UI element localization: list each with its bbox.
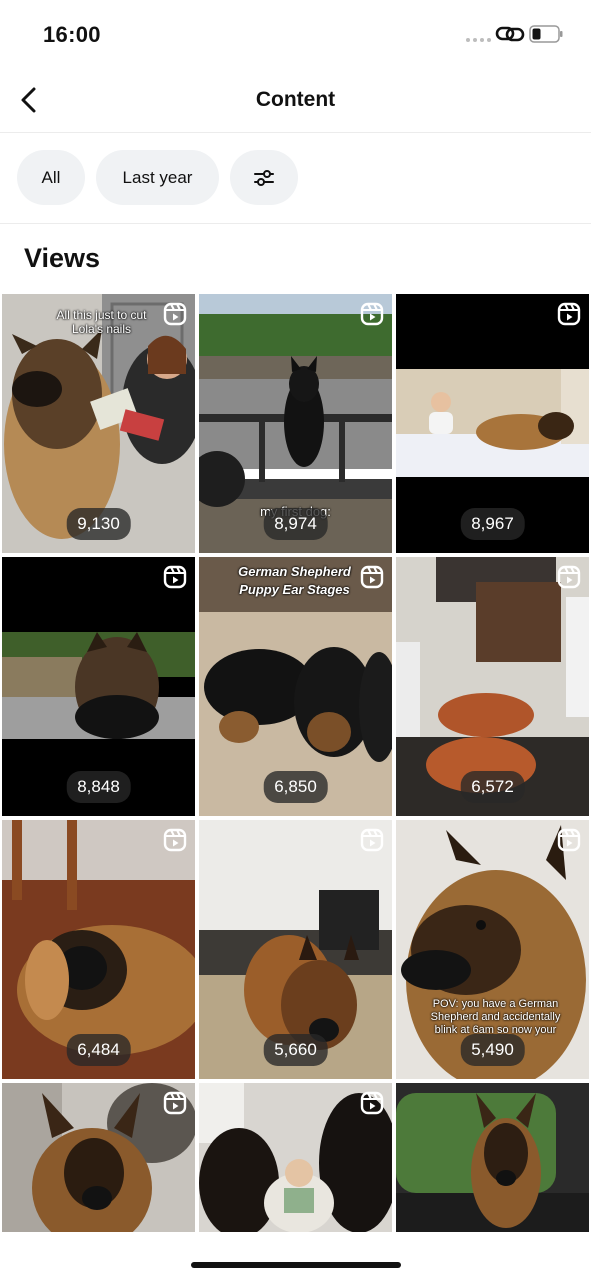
reel-tile[interactable]: my first dog: 8,974 <box>199 294 392 553</box>
reel-icon <box>360 302 384 326</box>
reel-tile[interactable]: 6,484 <box>2 820 195 1079</box>
reel-icon <box>360 565 384 589</box>
filter-bar: All Last year <box>0 133 591 224</box>
reel-tile[interactable] <box>2 1083 195 1233</box>
reel-icon <box>163 302 187 326</box>
reel-tile[interactable]: 8,848 <box>2 557 195 816</box>
bottom-safe-area <box>0 1232 591 1280</box>
reel-tile[interactable]: 5,660 <box>199 820 392 1079</box>
reel-thumbnail <box>396 1083 589 1233</box>
filter-chip-all[interactable]: All <box>17 150 85 205</box>
section-title: Views <box>24 243 101 273</box>
battery-icon <box>529 25 563 43</box>
reel-icon <box>360 1091 384 1115</box>
reel-icon <box>557 565 581 589</box>
reel-tile[interactable] <box>199 1083 392 1233</box>
reel-tile[interactable]: POV: you have a German Shepherd and acci… <box>396 820 589 1079</box>
reel-tile[interactable]: All this just to cut Lola's nails 9,130 <box>2 294 195 553</box>
link-icon <box>495 26 525 42</box>
views-count-badge: 6,572 <box>460 771 525 803</box>
reel-caption: German Shepherd Puppy Ear Stages <box>238 564 351 597</box>
filter-chip-period[interactable]: Last year <box>96 150 219 205</box>
reel-tile[interactable]: 6,572 <box>396 557 589 816</box>
header: Content <box>0 70 591 133</box>
reel-icon <box>557 302 581 326</box>
views-count-badge: 9,130 <box>66 508 131 540</box>
reel-icon <box>163 828 187 852</box>
reel-icon <box>163 1091 187 1115</box>
status-time: 16:00 <box>43 22 101 47</box>
views-count-badge: 6,484 <box>66 1034 131 1066</box>
reel-tile[interactable]: 8,967 <box>396 294 589 553</box>
home-indicator <box>191 1262 401 1268</box>
views-count-badge: 8,967 <box>460 508 525 540</box>
reel-caption: POV: you have a German Shepherd and acci… <box>430 998 561 1036</box>
views-count-badge: 6,850 <box>263 771 328 803</box>
reel-tile[interactable]: German Shepherd Puppy Ear Stages 6,850 <box>199 557 392 816</box>
views-count-badge: 8,974 <box>263 508 328 540</box>
page-title: Content <box>255 88 336 111</box>
reel-icon <box>163 565 187 589</box>
signal-icon <box>466 38 491 42</box>
sliders-icon <box>254 169 274 186</box>
reel-icon <box>557 828 581 852</box>
filter-settings-button[interactable] <box>230 150 298 205</box>
views-count-badge: 5,490 <box>460 1034 525 1066</box>
filter-chip-all-label: All <box>41 167 61 187</box>
reel-caption: All this just to cut Lola's nails <box>56 308 147 336</box>
views-count-badge: 8,848 <box>66 771 131 803</box>
status-bar: 16:00 <box>0 0 591 70</box>
views-count-badge: 5,660 <box>263 1034 328 1066</box>
reel-tile[interactable] <box>396 1083 589 1233</box>
filter-chip-period-label: Last year <box>122 167 193 187</box>
reel-icon <box>360 828 384 852</box>
